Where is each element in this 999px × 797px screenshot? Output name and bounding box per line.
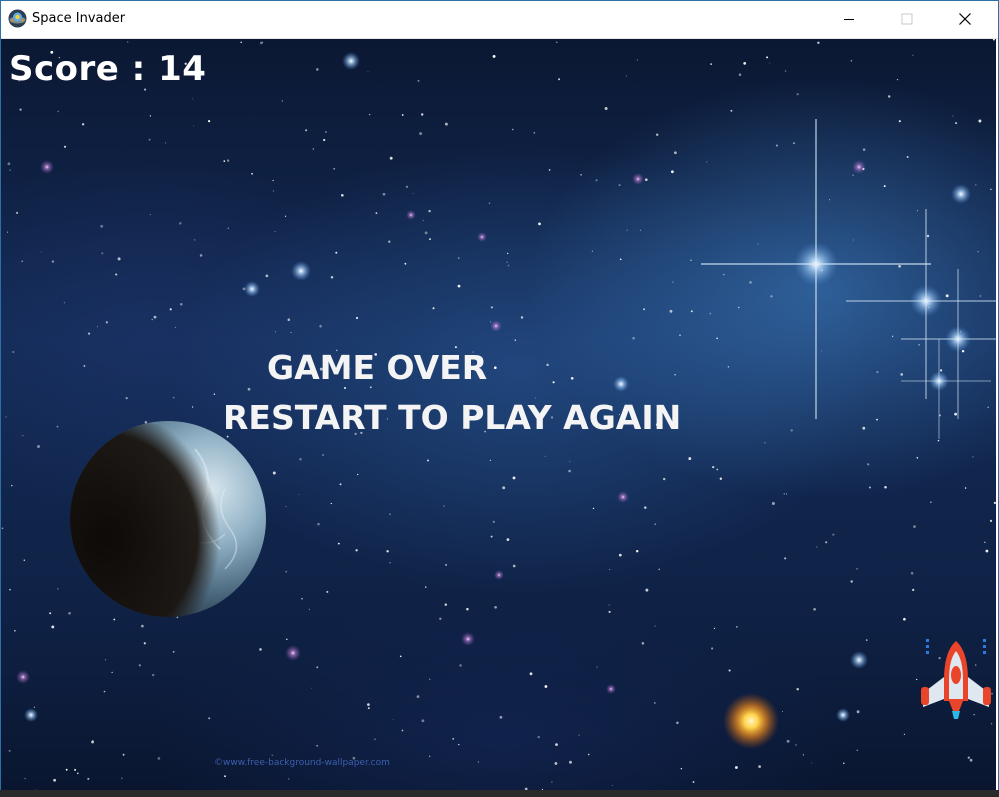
restart-prompt: RESTART TO PLAY AGAIN: [223, 398, 682, 437]
bright-star-flare: [701, 119, 931, 419]
ufo-icon: [8, 9, 27, 28]
minimize-icon: [844, 19, 854, 20]
game-canvas[interactable]: Score : 14 GAME OVER RESTART TO PLAY AGA…: [1, 39, 996, 791]
maximize-icon: [901, 13, 913, 25]
window-title: Space Invader: [32, 11, 126, 26]
game-window: Space Invader Score: 14 GAME OVER RESTA…: [0, 0, 999, 792]
glowing-star-sprite: [723, 693, 779, 749]
taskbar-strip: [0, 790, 999, 797]
maximize-button[interactable]: [879, 1, 937, 38]
score-display: Score : 14: [9, 49, 207, 89]
close-icon: [959, 13, 971, 25]
game-over-text: GAME OVER: [267, 348, 488, 387]
glowing-stars: [16, 52, 971, 722]
planet-sprite: [70, 421, 266, 617]
player-spaceship-sprite: [921, 639, 991, 719]
close-button[interactable]: [937, 1, 995, 38]
wallpaper-watermark: ©www.free-background-wallpaper.com: [214, 758, 390, 768]
title-bar[interactable]: Space Invader: [1, 1, 998, 39]
minimize-button[interactable]: [821, 1, 879, 38]
bright-star-flare: [846, 209, 996, 399]
bright-star-flare: [901, 339, 991, 439]
